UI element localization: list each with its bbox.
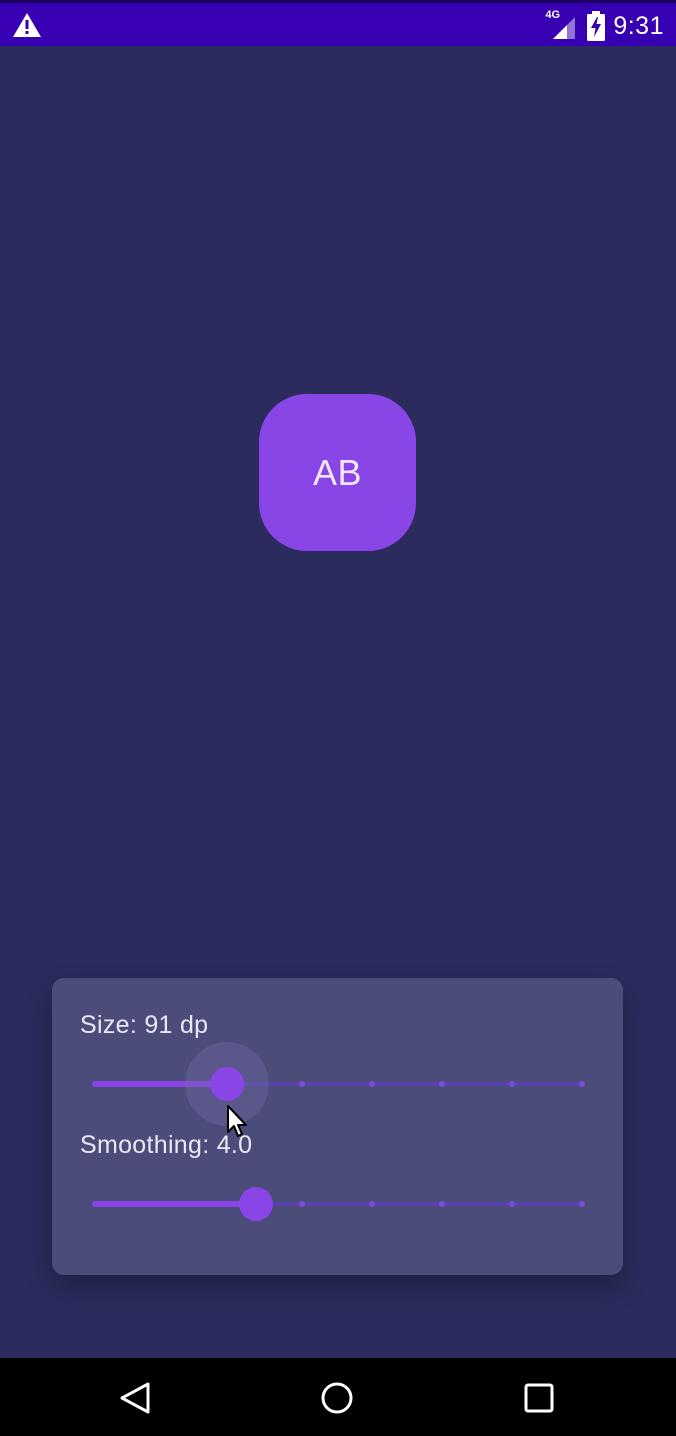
slider-tick xyxy=(299,1081,305,1087)
back-icon[interactable] xyxy=(118,1380,154,1416)
home-icon[interactable] xyxy=(319,1380,355,1416)
slider-tick xyxy=(509,1201,515,1207)
slider-tick xyxy=(439,1081,445,1087)
slider-tick xyxy=(369,1081,375,1087)
app-screen: 4G 9:31 AB Size: 91 dp Smoothing: 4.0 xyxy=(0,0,676,1436)
recents-icon[interactable] xyxy=(521,1380,557,1416)
slider-thumb[interactable] xyxy=(209,1067,244,1101)
clock: 9:31 xyxy=(613,11,664,40)
smoothing-slider[interactable] xyxy=(92,1184,585,1224)
warning-icon xyxy=(12,11,42,39)
slider-tick xyxy=(439,1201,445,1207)
size-label: Size: 91 dp xyxy=(80,1011,209,1039)
slider-tick xyxy=(579,1201,585,1207)
signal-icon: 4G xyxy=(545,9,579,41)
mouse-cursor-icon xyxy=(226,1104,252,1140)
avatar-initials: AB xyxy=(312,451,363,493)
slider-tick xyxy=(369,1201,375,1207)
slider-tick xyxy=(579,1081,585,1087)
status-icons: 4G 9:31 xyxy=(545,6,664,46)
battery-charging-icon xyxy=(587,11,606,41)
navigation-bar xyxy=(0,1358,676,1436)
avatar: AB xyxy=(259,394,416,551)
slider-track-active xyxy=(92,1201,257,1207)
controls-card: Size: 91 dp Smoothing: 4.0 xyxy=(52,978,623,1275)
status-bar: 4G 9:31 xyxy=(0,0,676,46)
size-slider[interactable] xyxy=(92,1042,585,1126)
slider-tick xyxy=(299,1201,305,1207)
slider-thumb[interactable] xyxy=(239,1187,274,1221)
slider-tick xyxy=(509,1081,515,1087)
